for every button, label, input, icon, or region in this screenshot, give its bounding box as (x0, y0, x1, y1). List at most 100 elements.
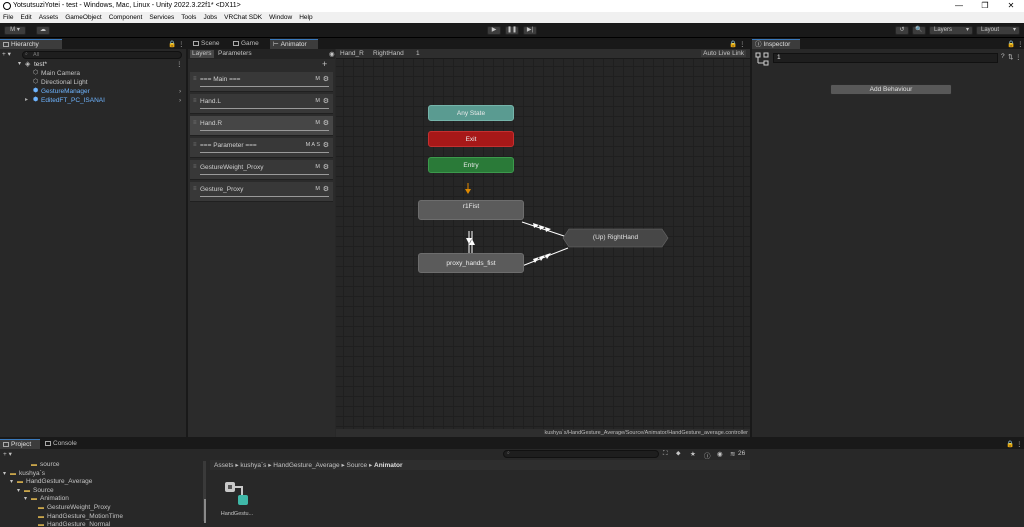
animator-controller-asset-icon[interactable] (224, 481, 250, 507)
more-icon[interactable]: ⋮ (1016, 440, 1023, 448)
star-icon[interactable]: ★ (690, 450, 696, 458)
layer-item[interactable]: ≡ Gesture_Proxy M ⚙ (190, 182, 333, 202)
menu-vrchat-sdk[interactable]: VRChat SDK (224, 14, 262, 21)
project-tree-item[interactable]: ▬ HandGesture_MotionTime (0, 513, 200, 521)
filter-by-label-icon[interactable]: ⬥ (676, 450, 681, 458)
more-icon[interactable]: ⋮ (1015, 53, 1022, 61)
state-proxy-hands-fist[interactable]: proxy_hands_fist (418, 253, 524, 273)
gear-icon[interactable]: ⚙ (323, 75, 329, 83)
more-icon[interactable]: ⋮ (176, 60, 183, 69)
entry-node[interactable]: Entry (428, 157, 514, 173)
layer-weight-bar[interactable] (200, 152, 329, 153)
play-button[interactable]: ▶ (487, 26, 501, 35)
project-search-input[interactable] (503, 450, 659, 458)
layer-weight-bar[interactable] (200, 86, 329, 87)
layer-weight-bar[interactable] (200, 108, 329, 109)
filter-by-type-icon[interactable]: ⛶ (663, 450, 668, 458)
project-tree-item[interactable]: ▾ ▬ HandGesture_Average (0, 478, 200, 486)
up-right-hand-node[interactable]: (Up) RightHand (569, 229, 662, 247)
layer-item[interactable]: ≡ === Main === M ⚙ (190, 72, 333, 92)
lock-icon[interactable]: 🔒 (168, 40, 176, 48)
scene-row[interactable]: ▾ ◈ test* ⋮ (0, 60, 186, 69)
drag-handle-icon[interactable]: ≡ (193, 142, 197, 148)
hierarchy-search-input[interactable]: All (22, 51, 182, 59)
layer-weight-bar[interactable] (200, 130, 329, 131)
project-tree-item[interactable]: ▬ GestureWeight_Proxy (0, 504, 200, 512)
chevron-down-icon[interactable]: ▾ (17, 487, 20, 495)
gear-icon[interactable]: ⚙ (323, 185, 329, 193)
more-icon[interactable]: ⋮ (178, 40, 185, 48)
more-icon[interactable]: ⋮ (739, 40, 746, 48)
chevron-down-icon[interactable]: ▾ (10, 478, 13, 486)
menu-help[interactable]: Help (299, 14, 312, 21)
project-tree-item[interactable]: ▬ HandGesture_Normal (0, 521, 200, 527)
layer-item[interactable]: ≡ === Parameter === M A S ⚙ (190, 138, 333, 158)
tab-game[interactable]: Game (230, 39, 262, 49)
layer-item[interactable]: ≡ Hand.L M ⚙ (190, 94, 333, 114)
breadcrumb-animator[interactable]: Animator (374, 462, 403, 469)
tab-scene[interactable]: Scene (190, 39, 222, 49)
tab-parameters[interactable]: Parameters (218, 50, 252, 58)
account-button[interactable]: M ▾ (4, 26, 26, 35)
create-asset-button[interactable]: + ▾ (3, 450, 12, 458)
pause-button[interactable]: ❚❚ (505, 26, 519, 35)
layer-weight-bar[interactable] (200, 196, 329, 197)
hierarchy-item[interactable]: ▸ ⬢ EditedFT_PC_ISANAI › (0, 96, 186, 105)
hierarchy-item[interactable]: ⬡ Directional Light (0, 78, 186, 87)
gear-icon[interactable]: ⚙ (323, 141, 329, 149)
menu-services[interactable]: Services (149, 14, 174, 21)
hierarchy-item[interactable]: ⬡ Main Camera (0, 69, 186, 78)
menu-assets[interactable]: Assets (39, 14, 59, 21)
chevron-right-icon[interactable]: › (179, 87, 181, 96)
tab-animator[interactable]: ⊢ Animator (270, 39, 318, 49)
help-icon[interactable]: ? (1001, 53, 1005, 60)
step-button[interactable]: ▶| (523, 26, 537, 35)
menu-gameobject[interactable]: GameObject (65, 14, 102, 21)
tab-layers[interactable]: Layers (190, 50, 214, 58)
hierarchy-item[interactable]: ⬢ GestureManager › (0, 87, 186, 96)
breadcrumb-handgesture-average[interactable]: HandGesture_Average (273, 462, 339, 469)
drag-handle-icon[interactable]: ≡ (193, 164, 197, 170)
search-icon[interactable]: 🔍 (912, 26, 926, 35)
menu-jobs[interactable]: Jobs (203, 14, 217, 21)
exit-node[interactable]: Exit (428, 131, 514, 147)
info-icon[interactable]: ⓘ (704, 450, 711, 460)
tab-inspector[interactable]: ⓘ Inspector (752, 39, 800, 49)
gear-icon[interactable]: ⚙ (323, 97, 329, 105)
breadcrumb-assets[interactable]: Assets (214, 462, 234, 469)
project-tree-item[interactable]: ▾ ▬ Source (0, 487, 200, 495)
any-state-node[interactable]: Any State (428, 105, 514, 121)
state-machine-graph[interactable]: Hand_R RightHand 1 Auto Live Link Any St… (336, 49, 750, 429)
lock-icon[interactable]: 🔒 (1006, 440, 1014, 448)
menu-component[interactable]: Component (109, 14, 143, 21)
drag-handle-icon[interactable]: ≡ (193, 186, 197, 192)
project-tree-item[interactable]: ▾ ▬ Animation (0, 495, 200, 503)
add-layer-button[interactable]: + (322, 59, 327, 70)
layer-weight-bar[interactable] (200, 174, 329, 175)
settings-icon[interactable]: ⇅ (1008, 53, 1013, 61)
tree-scrollbar[interactable] (204, 499, 206, 523)
layers-dropdown[interactable]: Layers ▾ (929, 26, 973, 35)
state-r1fist[interactable]: r1Fist (418, 200, 524, 220)
gear-icon[interactable]: ⚙ (323, 119, 329, 127)
tab-project[interactable]: Project (0, 439, 40, 449)
menu-edit[interactable]: Edit (20, 14, 31, 21)
gear-icon[interactable]: ⚙ (323, 163, 329, 171)
minimize-button[interactable]: — (946, 0, 972, 12)
close-button[interactable]: ✕ (998, 0, 1024, 12)
layer-item[interactable]: ≡ GestureWeight_Proxy M ⚙ (190, 160, 333, 180)
add-object-button[interactable]: + ▾ (2, 51, 18, 59)
eye-icon[interactable]: ◉ (329, 50, 335, 58)
layer-item[interactable]: ≡ Hand.R M ⚙ (190, 116, 333, 136)
chevron-right-icon[interactable]: › (179, 96, 181, 105)
add-behaviour-button[interactable]: Add Behaviour (830, 84, 952, 95)
more-icon[interactable]: ⋮ (1017, 40, 1024, 48)
drag-handle-icon[interactable]: ≡ (193, 120, 197, 126)
drag-handle-icon[interactable]: ≡ (193, 98, 197, 104)
lock-icon[interactable]: 🔒 (1007, 40, 1015, 48)
menu-tools[interactable]: Tools (181, 14, 196, 21)
history-icon[interactable]: ↺ (895, 26, 909, 35)
layout-dropdown[interactable]: Layout ▾ (976, 26, 1020, 35)
chevron-down-icon[interactable]: ▾ (24, 495, 27, 503)
lock-icon[interactable]: 🔒 (729, 40, 737, 48)
